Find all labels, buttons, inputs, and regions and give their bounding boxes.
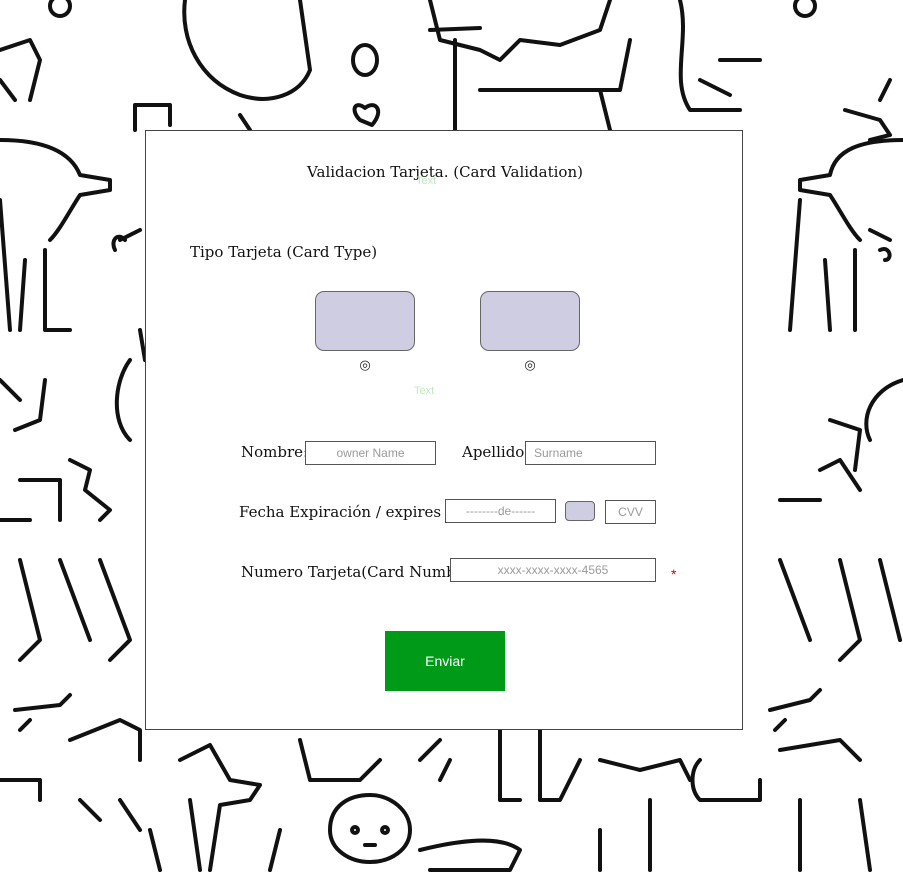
card-number-input[interactable]	[450, 558, 656, 582]
card-validation-panel: Validacion Tarjeta. (Card Validation) Te…	[145, 130, 743, 730]
owner-name-input[interactable]	[305, 441, 436, 465]
expiry-picker-button[interactable]	[565, 501, 595, 521]
card-type-option-1[interactable]	[315, 291, 415, 351]
dog-head-icon	[182, 0, 312, 101]
page-title: Validacion Tarjeta. (Card Validation)	[307, 163, 583, 181]
puppy-face-icon	[328, 793, 412, 864]
expiry-input[interactable]	[445, 499, 556, 523]
card-type-label: Tipo Tarjeta (Card Type)	[190, 243, 378, 261]
spot-icon	[48, 0, 72, 18]
ghost-text-label: Text	[414, 385, 435, 397]
ghost-text-label: Text	[416, 175, 437, 187]
submit-button[interactable]: Enviar	[385, 631, 505, 691]
expiry-label: Fecha Expiración / expires on	[239, 503, 465, 521]
required-marker: *	[671, 566, 677, 582]
card-type-option-2[interactable]	[480, 291, 580, 351]
surname-input[interactable]	[525, 441, 656, 465]
card-number-label: Numero Tarjeta(Card Number)	[241, 563, 478, 581]
card-type-radio-1[interactable]: ◎	[359, 359, 371, 372]
cvv-input[interactable]	[605, 500, 656, 524]
surname-label: Apellido:	[462, 443, 530, 461]
card-type-radio-2[interactable]: ◎	[524, 359, 536, 372]
name-label: Nombre:	[241, 443, 309, 461]
